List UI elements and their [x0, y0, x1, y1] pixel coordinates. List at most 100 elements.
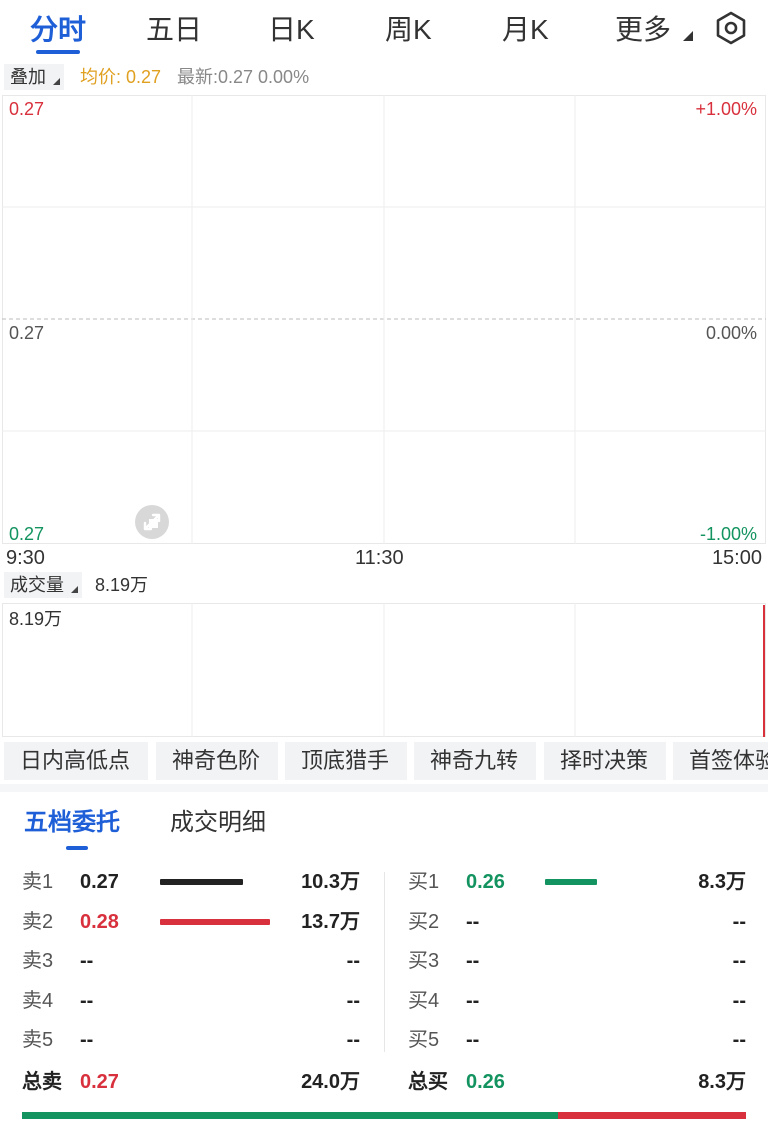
buy-level-5-row[interactable]: 买5 -- -- [408, 1024, 746, 1056]
sell-level-volume: -- [346, 1029, 360, 1051]
sell-level-1-row[interactable]: 卖1 0.27 10.3万 [22, 866, 362, 898]
ob-tab-underline [66, 846, 88, 850]
tool-timing-decision[interactable]: 择时决策 [544, 742, 666, 780]
sell-level-volume-bar [160, 879, 243, 885]
buy-level-volume: -- [732, 1029, 746, 1051]
volume-grid [2, 603, 766, 737]
sell-level-2-row[interactable]: 卖2 0.28 13.7万 [22, 906, 362, 938]
section-divider [0, 784, 768, 792]
price-axis-mid: 0.27 [9, 323, 45, 343]
sell-level-4-row[interactable]: 卖4 -- -- [22, 985, 362, 1017]
chart-period-tabs: 分时 五日 日K 周K 月K 更多 [0, 0, 768, 60]
buy-level-volume: -- [732, 910, 746, 933]
sell-level-volume-bar [160, 918, 270, 925]
buy-level-price: -- [466, 910, 480, 933]
volume-chart[interactable]: 8.19万 [0, 603, 768, 738]
percent-axis-top: +1.00% [695, 99, 757, 119]
total-sell-row: 总卖 0.27 24.0万 [22, 1066, 362, 1098]
volume-bar-last [763, 605, 765, 737]
order-book-tabs: 五档委托 成交明细 [0, 800, 768, 850]
chip-dropdown-icon [71, 586, 78, 593]
tool-intraday-high-low[interactable]: 日内高低点 [4, 742, 148, 780]
total-buy-volume: 8.3万 [698, 1071, 746, 1093]
total-buy-price: 0.26 [466, 1071, 505, 1093]
tab-monthly-k[interactable]: 月K [502, 10, 549, 50]
sell-level-label: 卖4 [22, 989, 54, 1012]
time-axis-start: 9:30 [6, 547, 45, 569]
total-sell-label: 总卖 [22, 1071, 62, 1093]
buy-level-2-row[interactable]: 买2 -- -- [408, 906, 746, 938]
buy-level-label: 买4 [408, 989, 440, 1012]
buy-level-label: 买1 [408, 871, 440, 893]
total-sell-volume: 24.0万 [301, 1071, 360, 1093]
sell-level-price: 0.28 [80, 910, 119, 933]
price-axis-bottom: 0.27 [9, 524, 45, 544]
overlay-chip[interactable]: 叠加 [4, 64, 64, 90]
sell-level-label: 卖1 [22, 871, 54, 893]
tool-magic-color-scale[interactable]: 神奇色阶 [156, 742, 278, 780]
buy-level-label: 买3 [408, 950, 440, 972]
tab-more[interactable]: 更多 [615, 10, 693, 50]
sell-level-volume: 10.3万 [301, 871, 360, 893]
tab-intraday[interactable]: 分时 [30, 10, 86, 50]
tab-trade-details[interactable]: 成交明细 [170, 806, 266, 840]
buy-level-label: 买2 [408, 910, 440, 933]
price-axis-top: 0.27 [9, 99, 45, 119]
tab-five-day[interactable]: 五日 [146, 10, 202, 50]
buy-level-volume: -- [732, 950, 746, 972]
tab-five-level-orders[interactable]: 五档委托 [24, 806, 120, 840]
price-grid [2, 95, 766, 544]
intraday-price-chart[interactable]: 0.27 0.27 0.27 +1.00% 0.00% -1.00% [0, 95, 768, 545]
sell-level-price: -- [80, 989, 94, 1012]
buy-level-price: -- [466, 989, 480, 1012]
sell-level-5-row[interactable]: 卖5 -- -- [22, 1024, 362, 1056]
tab-active-underline [36, 50, 80, 54]
tab-daily-k[interactable]: 日K [268, 10, 315, 50]
buy-level-volume-bar [545, 879, 597, 885]
overlay-info-row: 叠加 均价: 0.27 最新:0.27 0.00% [0, 62, 768, 92]
tool-magic-nine[interactable]: 神奇九转 [414, 742, 536, 780]
buy-level-label: 买5 [408, 1029, 440, 1051]
tool-first-sign-trial[interactable]: 首签体验 [673, 742, 768, 780]
sell-level-3-row[interactable]: 卖3 -- -- [22, 945, 362, 977]
time-axis-mid: 11:30 [355, 547, 404, 569]
sell-level-label: 卖5 [22, 1029, 54, 1051]
buy-level-price: -- [466, 1029, 480, 1051]
buy-level-4-row[interactable]: 买4 -- -- [408, 985, 746, 1017]
total-buy-label: 总买 [408, 1071, 448, 1093]
order-book-center-divider [384, 872, 385, 1052]
sell-level-label: 卖3 [22, 950, 54, 972]
sell-level-price: -- [80, 1029, 94, 1051]
buy-level-volume: -- [732, 989, 746, 1012]
volume-chip-label: 成交量 [10, 575, 64, 595]
buy-level-3-row[interactable]: 买3 -- -- [408, 945, 746, 977]
volume-axis-top: 8.19万 [9, 609, 63, 629]
tool-top-bottom-hunter[interactable]: 顶底猎手 [285, 742, 407, 780]
sell-level-volume: -- [346, 989, 360, 1012]
sell-level-price: 0.27 [80, 871, 119, 893]
total-sell-price: 0.27 [80, 1071, 119, 1093]
expand-icon[interactable] [134, 504, 170, 540]
percent-axis-mid: 0.00% [705, 323, 757, 343]
tab-weekly-k[interactable]: 周K [385, 10, 432, 50]
sell-level-price: -- [80, 950, 94, 972]
total-buy-row: 总买 0.26 8.3万 [408, 1066, 746, 1098]
sell-level-volume: -- [346, 950, 360, 972]
tab-more-label: 更多 [615, 14, 672, 45]
dropdown-triangle-icon [682, 31, 693, 41]
sell-level-volume: 13.7万 [301, 910, 360, 933]
sell-ratio-bar [558, 1112, 746, 1119]
percent-axis-bottom: -1.00% [699, 524, 757, 544]
buy-level-price: -- [466, 950, 480, 972]
latest-price-label: 最新:0.27 0.00% [177, 67, 310, 87]
buy-level-1-row[interactable]: 买1 0.26 8.3万 [408, 866, 746, 898]
buy-level-volume: 8.3万 [698, 871, 746, 893]
avg-price-label: 均价: 0.27 [80, 67, 162, 87]
settings-hex-icon[interactable] [713, 10, 749, 46]
volume-value: 8.19万 [95, 575, 149, 595]
buy-ratio-bar [22, 1112, 558, 1119]
volume-chip[interactable]: 成交量 [4, 572, 82, 598]
indicator-tools-row: 日内高低点 神奇色阶 顶底猎手 神奇九转 择时决策 首签体验 [0, 742, 768, 782]
sell-level-label: 卖2 [22, 910, 54, 933]
overlay-chip-label: 叠加 [10, 67, 46, 87]
